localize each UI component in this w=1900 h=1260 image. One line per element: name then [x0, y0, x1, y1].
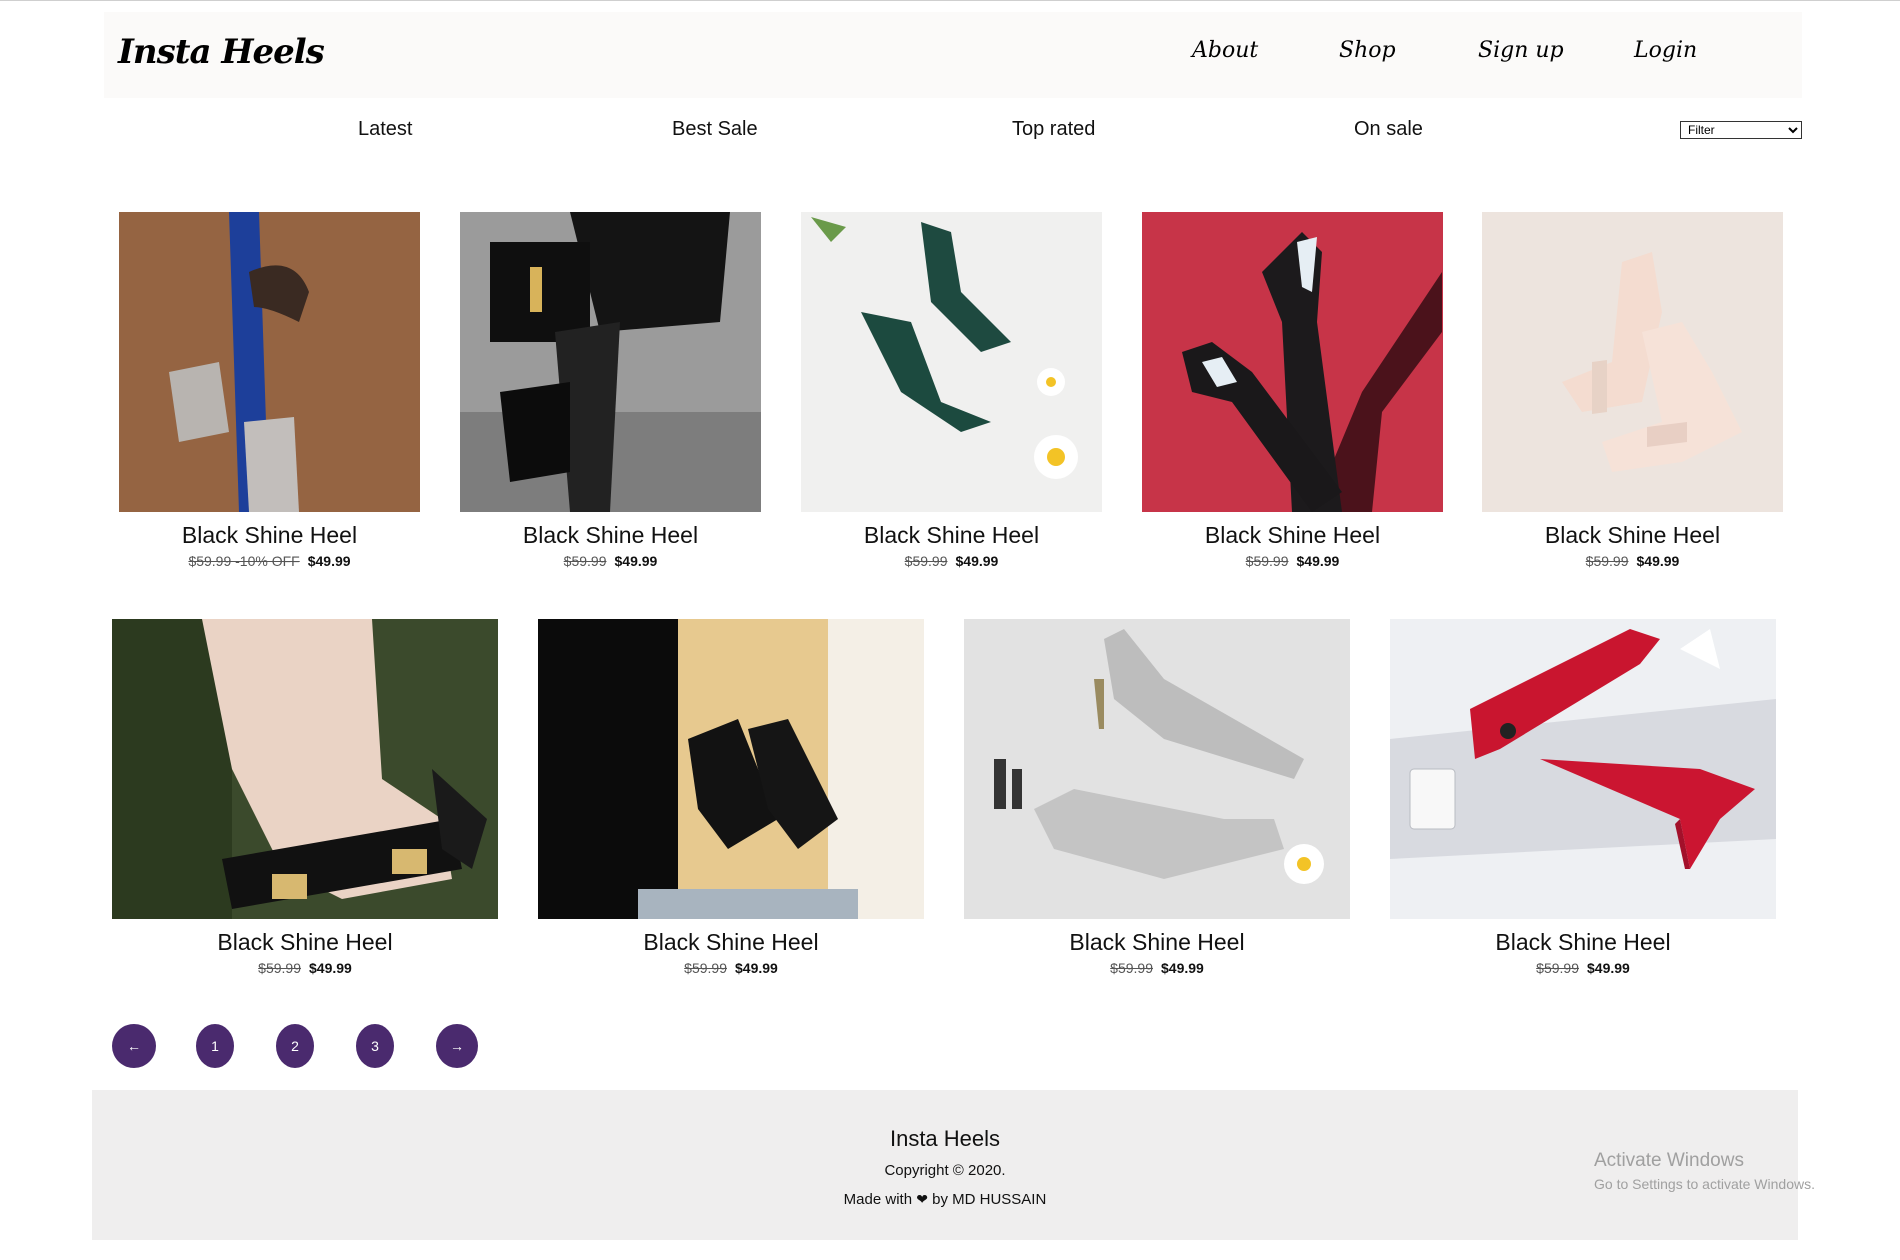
product-image[interactable]: [538, 619, 924, 919]
site-footer: Insta Heels Copyright © 2020. Made with …: [92, 1090, 1798, 1240]
product-price: $59.99 $49.99: [801, 553, 1102, 569]
product-card[interactable]: Black Shine Heel $59.99 $49.99: [1482, 212, 1783, 569]
product-title: Black Shine Heel: [643, 929, 819, 955]
product-title: Black Shine Heel: [181, 522, 358, 548]
heart-icon: ❤: [916, 1191, 928, 1207]
category-best-sale[interactable]: Best Sale: [672, 118, 758, 141]
product-image[interactable]: [119, 212, 420, 512]
product-image[interactable]: [1390, 619, 1776, 919]
product-title: Black Shine Heel: [1544, 522, 1721, 548]
nav-login[interactable]: Login: [1634, 38, 1697, 63]
page-3-button[interactable]: 3: [356, 1024, 394, 1068]
product-title: Black Shine Heel: [1495, 929, 1671, 955]
product-image[interactable]: [112, 619, 498, 919]
windows-activation-watermark: Activate Windows Go to Settings to activ…: [1594, 1150, 1815, 1192]
footer-credit: Made with ❤ by MD HUSSAIN: [92, 1191, 1798, 1208]
product-price: $59.99 $49.99: [1482, 553, 1783, 569]
old-price: $59.99: [1110, 960, 1153, 976]
category-on-sale[interactable]: On sale: [1354, 118, 1423, 141]
current-price: $49.99: [735, 960, 778, 976]
old-price: $59.99 -10% OFF: [188, 553, 300, 569]
page-2-button[interactable]: 2: [276, 1024, 314, 1068]
current-price: $49.99: [1296, 553, 1340, 569]
arrow-right-icon: →: [450, 1038, 464, 1054]
nav-about[interactable]: About: [1192, 38, 1258, 63]
category-top-rated[interactable]: Top rated: [1012, 118, 1095, 141]
filter-select[interactable]: Filter: [1680, 121, 1802, 139]
prev-page-button[interactable]: ←: [112, 1024, 156, 1068]
product-image[interactable]: [1482, 212, 1783, 512]
brand-logo[interactable]: Insta Heels: [118, 32, 325, 72]
product-card[interactable]: Black Shine Heel $59.99 $49.99: [112, 619, 498, 976]
product-price: $59.99 $49.99: [460, 553, 761, 569]
product-card[interactable]: Black Shine Heel $59.99 $49.99: [801, 212, 1102, 569]
current-price: $49.99: [614, 553, 658, 569]
old-price: $59.99: [258, 960, 301, 976]
credit-prefix: Made with: [843, 1191, 913, 1208]
old-price: $59.99: [1536, 960, 1579, 976]
product-image[interactable]: [801, 212, 1102, 512]
product-title: Black Shine Heel: [217, 929, 393, 955]
current-price: $49.99: [309, 960, 352, 976]
next-page-button[interactable]: →: [436, 1024, 478, 1068]
product-card[interactable]: Black Shine Heel $59.99 $49.99: [460, 212, 761, 569]
product-card[interactable]: Black Shine Heel $59.99 -10% OFF $49.99: [119, 212, 420, 569]
old-price: $59.99: [1585, 553, 1629, 569]
old-price: $59.99: [563, 553, 607, 569]
product-price: $59.99 $49.99: [964, 960, 1350, 976]
product-card[interactable]: Black Shine Heel $59.99 $49.99: [1390, 619, 1776, 976]
product-price: $59.99 -10% OFF $49.99: [119, 553, 420, 569]
product-title: Black Shine Heel: [1069, 929, 1245, 955]
old-price: $59.99: [904, 553, 948, 569]
old-price: $59.99: [684, 960, 727, 976]
product-price: $59.99 $49.99: [538, 960, 924, 976]
arrow-left-icon: ←: [127, 1038, 141, 1054]
footer-brand: Insta Heels: [889, 1126, 1001, 1151]
category-latest[interactable]: Latest: [358, 118, 412, 141]
product-card[interactable]: Black Shine Heel $59.99 $49.99: [1142, 212, 1443, 569]
current-price: $49.99: [307, 553, 351, 569]
old-price: $59.99: [1245, 553, 1289, 569]
credit-author: by MD HUSSAIN: [932, 1191, 1047, 1208]
nav-shop[interactable]: Shop: [1339, 38, 1396, 63]
product-price: $59.99 $49.99: [112, 960, 498, 976]
product-title: Black Shine Heel: [863, 522, 1040, 548]
product-price: $59.99 $49.99: [1390, 960, 1776, 976]
current-price: $49.99: [1636, 553, 1680, 569]
page-1-button[interactable]: 1: [196, 1024, 234, 1068]
watermark-line1: Activate Windows: [1594, 1150, 1744, 1171]
product-title: Black Shine Heel: [522, 522, 699, 548]
product-card[interactable]: Black Shine Heel $59.99 $49.99: [964, 619, 1350, 976]
current-price: $49.99: [1161, 960, 1204, 976]
footer-copyright: Copyright © 2020.: [884, 1162, 1006, 1179]
product-image[interactable]: [460, 212, 761, 512]
product-title: Black Shine Heel: [1204, 522, 1381, 548]
watermark-line2: Go to Settings to activate Windows.: [1594, 1176, 1815, 1192]
product-price: $59.99 $49.99: [1142, 553, 1443, 569]
product-image[interactable]: [1142, 212, 1443, 512]
product-image[interactable]: [964, 619, 1350, 919]
top-border: [0, 0, 1900, 1]
site-header: Insta Heels About Shop Sign up Login: [104, 12, 1802, 98]
current-price: $49.99: [1587, 960, 1630, 976]
current-price: $49.99: [955, 553, 999, 569]
product-card[interactable]: Black Shine Heel $59.99 $49.99: [538, 619, 924, 976]
nav-sign-up[interactable]: Sign up: [1478, 38, 1564, 63]
